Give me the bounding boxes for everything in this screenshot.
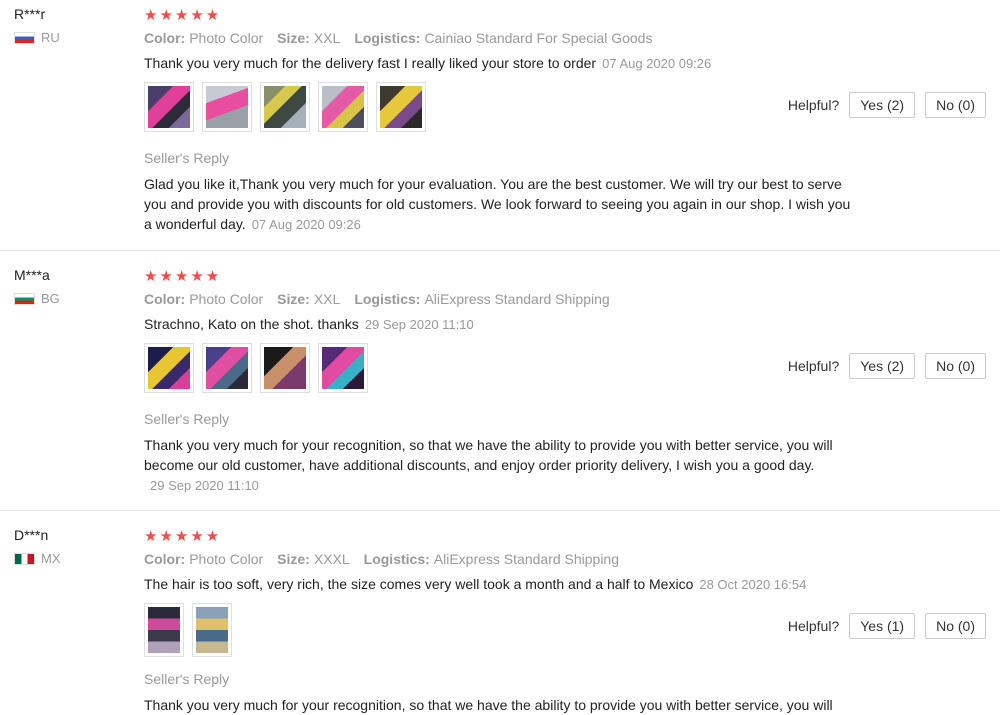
review-body: The hair is too soft, very rich, the siz… (144, 576, 694, 592)
size-label: Size: (277, 30, 310, 46)
review-photo-thumbnail[interactable] (192, 603, 232, 657)
review-photo-thumbnail[interactable] (318, 82, 368, 132)
helpful-label: Helpful? (787, 618, 840, 634)
review-date: 28 Oct 2020 16:54 (699, 577, 807, 592)
helpful-no-button[interactable]: No (0) (925, 92, 986, 118)
review-photo-thumbnail[interactable] (202, 343, 252, 393)
review-attributes: Color: Photo Color Size: XXL Logistics: Caini… (144, 30, 652, 46)
seller-reply-title: Seller's Reply (144, 150, 230, 166)
review-body: Strachno, Kato on the shot. thanks (144, 316, 359, 332)
size-label: Size: (277, 291, 310, 307)
helpful-controls: Helpful? Yes (2) No (0) (788, 353, 986, 379)
seller-reply-title: Seller's Reply (144, 411, 230, 427)
reviewer-name: D***n (14, 527, 49, 543)
review-photo-thumbnail[interactable] (144, 343, 194, 393)
size-label: Size: (277, 551, 310, 567)
country-code: BG (41, 291, 60, 306)
color-value: Photo Color (189, 291, 264, 307)
logistics-label: Logistics: (354, 30, 421, 46)
review-photo-thumbnail[interactable] (202, 82, 252, 132)
review-attributes: Color: Photo Color Size: XXL Logistics: AliEx… (144, 291, 610, 307)
reviewer-country: MX (14, 551, 61, 566)
review-photo-thumbnail[interactable] (144, 82, 194, 132)
review-photo-thumbnail[interactable] (144, 603, 184, 657)
review-text: Strachno, Kato on the shot. thanks 29 Sep… (144, 316, 474, 332)
seller-reply-text: Glad you like it,Thank you very much for… (144, 176, 851, 232)
seller-reply: Thank you very much for your recognition… (144, 695, 859, 715)
review-item: D***n MX ★★★★★ Color: Photo Color Size: XXX… (0, 510, 1000, 715)
review-date: 07 Aug 2020 09:26 (602, 56, 712, 71)
country-code: MX (41, 551, 61, 566)
review-photo-thumbnail[interactable] (376, 82, 426, 132)
helpful-no-button[interactable]: No (0) (925, 353, 986, 379)
size-value: XXXL (313, 551, 350, 567)
logistics-value: AliExpress Standard Shipping (433, 551, 620, 567)
color-value: Photo Color (189, 551, 264, 567)
size-value: XXL (313, 30, 341, 46)
review-photos (144, 603, 232, 657)
review-photo-thumbnail[interactable] (260, 82, 310, 132)
country-code: RU (41, 30, 60, 45)
seller-reply-title: Seller's Reply (144, 671, 230, 687)
review-item: R***r RU ★★★★★ Color: Photo Color Size: XXL… (0, 0, 1000, 250)
review-text: The hair is too soft, very rich, the siz… (144, 576, 806, 592)
star-rating: ★★★★★ (144, 268, 222, 285)
seller-reply-text: Thank you very much for your recognition… (144, 437, 833, 473)
review-body: Thank you very much for the delivery fas… (144, 55, 597, 71)
seller-reply: Glad you like it,Thank you very much for… (144, 174, 859, 235)
seller-reply-date: 29 Sep 2020 11:10 (150, 478, 259, 493)
color-label: Color: (144, 291, 186, 307)
color-label: Color: (144, 551, 186, 567)
mexico-flag-icon (14, 552, 35, 565)
bulgaria-flag-icon (14, 292, 35, 305)
helpful-no-button[interactable]: No (0) (925, 613, 986, 639)
star-rating: ★★★★★ (144, 528, 222, 545)
review-item: M***a BG ★★★★★ Color: Photo Color Size: XXL… (0, 250, 1000, 510)
helpful-label: Helpful? (787, 97, 840, 113)
logistics-label: Logistics: (354, 291, 421, 307)
logistics-label: Logistics: (363, 551, 430, 567)
review-photos (144, 82, 426, 132)
helpful-controls: Helpful? Yes (2) No (0) (788, 92, 986, 118)
seller-reply-date: 07 Aug 2020 09:26 (251, 217, 361, 232)
color-label: Color: (144, 30, 186, 46)
helpful-label: Helpful? (787, 358, 840, 374)
seller-reply: Thank you very much for your recognition… (144, 435, 859, 496)
review-text: Thank you very much for the delivery fas… (144, 55, 711, 71)
review-photos (144, 343, 368, 393)
star-rating: ★★★★★ (144, 7, 222, 24)
review-attributes: Color: Photo Color Size: XXXL Logistics: AliE… (144, 551, 619, 567)
helpful-controls: Helpful? Yes (1) No (0) (788, 613, 986, 639)
reviewer-country: BG (14, 291, 60, 306)
color-value: Photo Color (189, 30, 264, 46)
reviewer-country: RU (14, 30, 60, 45)
size-value: XXL (313, 291, 341, 307)
helpful-yes-button[interactable]: Yes (2) (849, 353, 916, 379)
review-date: 29 Sep 2020 11:10 (364, 317, 474, 332)
logistics-value: AliExpress Standard Shipping (424, 291, 610, 307)
reviewer-name: R***r (14, 6, 46, 22)
seller-reply-text: Thank you very much for your recognition… (144, 697, 833, 713)
review-photo-thumbnail[interactable] (260, 343, 310, 393)
reviewer-name: M***a (14, 267, 50, 283)
review-photo-thumbnail[interactable] (318, 343, 368, 393)
helpful-yes-button[interactable]: Yes (2) (849, 92, 916, 118)
russia-flag-icon (14, 31, 35, 44)
helpful-yes-button[interactable]: Yes (1) (849, 613, 916, 639)
logistics-value: Cainiao Standard For Special Goods (424, 30, 653, 46)
